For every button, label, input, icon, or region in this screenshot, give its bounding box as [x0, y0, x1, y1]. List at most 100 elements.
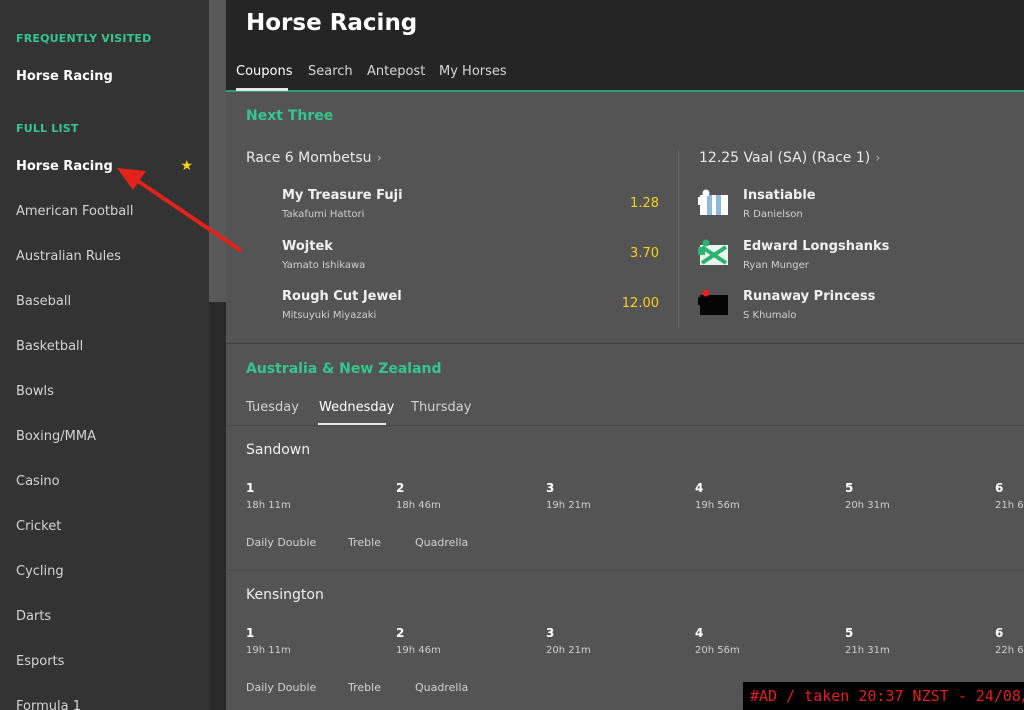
runner-name: Runaway Princess	[743, 289, 876, 304]
sidebar-item-boxing-mma[interactable]: Boxing/MMA	[0, 421, 209, 451]
runner-row[interactable]: Wojtek Yamato Ishikawa	[282, 239, 365, 271]
race-leg[interactable]: 6 22h 6	[995, 626, 1024, 656]
page-title: Horse Racing	[246, 10, 418, 36]
leg-countdown: 18h 11m	[246, 500, 291, 511]
race-divider	[678, 150, 679, 328]
sidebar-item-darts[interactable]: Darts	[0, 601, 209, 631]
tab-my-horses[interactable]: My Horses	[439, 64, 507, 79]
leg-countdown: 22h 6	[995, 645, 1024, 656]
runner-jockey: Yamato Ishikawa	[282, 260, 366, 271]
meeting-name: Kensington	[246, 587, 324, 603]
race-leg[interactable]: 3 19h 21m	[546, 481, 591, 511]
race-heading-label: 12.25 Vaal (SA) (Race 1)	[699, 150, 871, 166]
leg-number: 5	[845, 481, 854, 495]
runner-name: Edward Longshanks	[743, 239, 890, 254]
runner-name: My Treasure Fuji	[282, 188, 403, 203]
race-leg[interactable]: 5 20h 31m	[845, 481, 890, 511]
runner-row[interactable]: Insatiable R Danielson	[743, 188, 816, 220]
sidebar-item-basketball[interactable]: Basketball	[0, 331, 209, 361]
leg-countdown: 21h 31m	[845, 645, 890, 656]
odds-button[interactable]: 3.70	[599, 246, 659, 261]
sidebar-item-frequent-horse-racing[interactable]: Horse Racing	[0, 61, 209, 91]
race-leg[interactable]: 1 18h 11m	[246, 481, 291, 511]
frequently-visited-heading: FREQUENTLY VISITED	[16, 32, 152, 45]
race-leg[interactable]: 1 19h 11m	[246, 626, 291, 656]
tab-tuesday[interactable]: Tuesday	[246, 400, 299, 415]
race-leg[interactable]: 4 20h 56m	[695, 626, 740, 656]
full-list-heading: FULL LIST	[16, 122, 79, 135]
runner-name: Wojtek	[282, 239, 333, 254]
chevron-right-icon: ›	[875, 151, 881, 166]
bet-type-daily-double[interactable]: Daily Double	[246, 536, 316, 549]
leg-countdown: 19h 46m	[396, 645, 441, 656]
race-leg[interactable]: 2 19h 46m	[396, 626, 441, 656]
runner-row[interactable]: My Treasure Fuji Takafumi Hattori	[282, 188, 403, 220]
leg-number: 1	[246, 481, 255, 495]
ad-timestamp-tag: #AD / taken 20:37 NZST - 24/08/21	[743, 682, 1024, 710]
leg-countdown: 21h 6	[995, 500, 1024, 511]
leg-number: 4	[695, 626, 704, 640]
silk-blue-white-icon	[698, 189, 728, 215]
race-leg[interactable]: 6 21h 6	[995, 481, 1024, 511]
sidebar-item-baseball[interactable]: Baseball	[0, 286, 209, 316]
sidebar-item-casino[interactable]: Casino	[0, 466, 209, 496]
race-leg[interactable]: 5 21h 31m	[845, 626, 890, 656]
meeting-card: Sandown 1 18h 11m 2 18h 46m 3 19h 21m 4 19h …	[226, 426, 1024, 571]
leg-number: 6	[995, 626, 1004, 640]
bet-type-daily-double[interactable]: Daily Double	[246, 681, 316, 694]
race-leg[interactable]: 4 19h 56m	[695, 481, 740, 511]
active-tab-indicator	[236, 88, 288, 91]
sidebar-scrollbar[interactable]	[209, 0, 226, 710]
runner-row[interactable]: Runaway Princess S Khumalo	[743, 289, 875, 321]
runner-jockey: R Danielson	[743, 209, 803, 220]
bet-type-quadrella[interactable]: Quadrella	[415, 681, 468, 694]
sport-sidebar: FREQUENTLY VISITED Horse Racing FULL LIS…	[0, 0, 209, 710]
runner-name: Rough Cut Jewel	[282, 289, 402, 304]
sidebar-item-cricket[interactable]: Cricket	[0, 511, 209, 541]
odds-button[interactable]: 12.00	[599, 296, 659, 311]
leg-countdown: 19h 11m	[246, 645, 291, 656]
sidebar-item-american-football[interactable]: American Football	[0, 196, 209, 226]
sidebar-item-australian-rules[interactable]: Australian Rules	[0, 241, 209, 271]
leg-number: 3	[546, 481, 555, 495]
leg-number: 3	[546, 626, 555, 640]
tab-thursday[interactable]: Thursday	[411, 400, 471, 415]
sidebar-item-formula-1[interactable]: Formula 1	[0, 691, 209, 710]
runner-row[interactable]: Edward Longshanks Ryan Munger	[743, 239, 889, 271]
race-heading-link[interactable]: Race 6 Mombetsu ›	[246, 150, 382, 166]
runner-jockey: Mitsuyuki Miyazaki	[282, 310, 377, 321]
race-leg[interactable]: 2 18h 46m	[396, 481, 441, 511]
runner-name: Insatiable	[743, 188, 816, 203]
race-heading-label: Race 6 Mombetsu	[246, 150, 372, 166]
leg-number: 2	[396, 626, 405, 640]
bet-type-quadrella[interactable]: Quadrella	[415, 536, 468, 549]
tab-antepost[interactable]: Antepost	[367, 64, 425, 79]
leg-number: 5	[845, 626, 854, 640]
tab-wednesday[interactable]: Wednesday	[319, 400, 394, 415]
bet-type-treble[interactable]: Treble	[348, 536, 381, 549]
sidebar-item-label: Horse Racing	[16, 158, 113, 174]
bet-type-treble[interactable]: Treble	[348, 681, 381, 694]
runner-row[interactable]: Rough Cut Jewel Mitsuyuki Miyazaki	[282, 289, 402, 321]
sidebar-item-esports[interactable]: Esports	[0, 646, 209, 676]
sidebar-item-cycling[interactable]: Cycling	[0, 556, 209, 586]
leg-number: 2	[396, 481, 405, 495]
favourite-star-icon[interactable]: ★	[180, 158, 193, 174]
tab-coupons[interactable]: Coupons	[236, 64, 293, 79]
next-three-section: Next Three Race 6 Mombetsu › My Treasure …	[226, 94, 1024, 344]
race-heading-link[interactable]: 12.25 Vaal (SA) (Race 1) ›	[699, 150, 880, 166]
runner-jockey: S Khumalo	[743, 310, 797, 321]
race-leg[interactable]: 3 20h 21m	[546, 626, 591, 656]
leg-countdown: 20h 56m	[695, 645, 740, 656]
runner-jockey: Takafumi Hattori	[282, 209, 365, 220]
sidebar-item-bowls[interactable]: Bowls	[0, 376, 209, 406]
odds-button[interactable]: 1.28	[599, 196, 659, 211]
runner-jockey: Ryan Munger	[743, 260, 809, 271]
tab-search[interactable]: Search	[308, 64, 353, 79]
meeting-name: Sandown	[246, 442, 311, 458]
sidebar-item-horse-racing[interactable]: Horse Racing ★	[0, 151, 209, 181]
silk-green-white-icon	[698, 239, 728, 265]
region-section: Australia & New Zealand Tuesday Wednesda…	[226, 345, 1024, 426]
region-title: Australia & New Zealand	[246, 361, 442, 377]
sidebar-scrollbar-thumb[interactable]	[209, 0, 226, 302]
